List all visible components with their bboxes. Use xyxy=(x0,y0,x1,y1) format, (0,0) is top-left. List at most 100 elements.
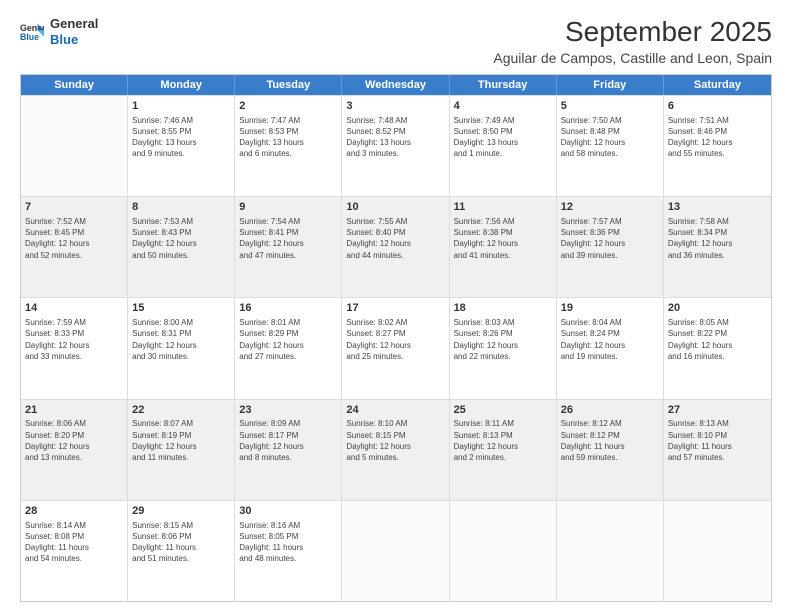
day-info: Sunrise: 8:14 AM Sunset: 8:08 PM Dayligh… xyxy=(25,520,123,565)
calendar-header-cell: Thursday xyxy=(450,75,557,95)
calendar-row: 1Sunrise: 7:46 AM Sunset: 8:55 PM Daylig… xyxy=(21,95,771,196)
day-info: Sunrise: 8:05 AM Sunset: 8:22 PM Dayligh… xyxy=(668,317,767,362)
calendar-header-cell: Monday xyxy=(128,75,235,95)
day-number: 28 xyxy=(25,504,123,519)
calendar-cell xyxy=(557,501,664,601)
logo-text-line1: General xyxy=(50,16,98,32)
logo: General Blue General Blue xyxy=(20,16,98,47)
day-info: Sunrise: 8:11 AM Sunset: 8:13 PM Dayligh… xyxy=(454,418,552,463)
day-number: 14 xyxy=(25,301,123,316)
calendar-cell: 19Sunrise: 8:04 AM Sunset: 8:24 PM Dayli… xyxy=(557,298,664,398)
day-info: Sunrise: 7:51 AM Sunset: 8:46 PM Dayligh… xyxy=(668,115,767,160)
calendar-cell: 29Sunrise: 8:15 AM Sunset: 8:06 PM Dayli… xyxy=(128,501,235,601)
header: General Blue General Blue September 2025… xyxy=(20,16,772,66)
calendar-cell: 30Sunrise: 8:16 AM Sunset: 8:05 PM Dayli… xyxy=(235,501,342,601)
day-info: Sunrise: 8:16 AM Sunset: 8:05 PM Dayligh… xyxy=(239,520,337,565)
day-info: Sunrise: 8:15 AM Sunset: 8:06 PM Dayligh… xyxy=(132,520,230,565)
day-info: Sunrise: 7:49 AM Sunset: 8:50 PM Dayligh… xyxy=(454,115,552,160)
calendar-cell: 7Sunrise: 7:52 AM Sunset: 8:45 PM Daylig… xyxy=(21,197,128,297)
day-info: Sunrise: 8:07 AM Sunset: 8:19 PM Dayligh… xyxy=(132,418,230,463)
day-info: Sunrise: 7:52 AM Sunset: 8:45 PM Dayligh… xyxy=(25,216,123,261)
day-number: 23 xyxy=(239,403,337,418)
calendar-cell: 17Sunrise: 8:02 AM Sunset: 8:27 PM Dayli… xyxy=(342,298,449,398)
day-number: 29 xyxy=(132,504,230,519)
calendar-row: 21Sunrise: 8:06 AM Sunset: 8:20 PM Dayli… xyxy=(21,399,771,500)
day-info: Sunrise: 7:46 AM Sunset: 8:55 PM Dayligh… xyxy=(132,115,230,160)
day-number: 30 xyxy=(239,504,337,519)
calendar: SundayMondayTuesdayWednesdayThursdayFrid… xyxy=(20,74,772,602)
day-info: Sunrise: 8:00 AM Sunset: 8:31 PM Dayligh… xyxy=(132,317,230,362)
calendar-row: 28Sunrise: 8:14 AM Sunset: 8:08 PM Dayli… xyxy=(21,500,771,601)
calendar-cell: 16Sunrise: 8:01 AM Sunset: 8:29 PM Dayli… xyxy=(235,298,342,398)
calendar-cell: 14Sunrise: 7:59 AM Sunset: 8:33 PM Dayli… xyxy=(21,298,128,398)
calendar-cell: 1Sunrise: 7:46 AM Sunset: 8:55 PM Daylig… xyxy=(128,96,235,196)
day-info: Sunrise: 8:04 AM Sunset: 8:24 PM Dayligh… xyxy=(561,317,659,362)
calendar-cell: 2Sunrise: 7:47 AM Sunset: 8:53 PM Daylig… xyxy=(235,96,342,196)
calendar-cell: 21Sunrise: 8:06 AM Sunset: 8:20 PM Dayli… xyxy=(21,400,128,500)
calendar-cell: 18Sunrise: 8:03 AM Sunset: 8:26 PM Dayli… xyxy=(450,298,557,398)
calendar-header-cell: Saturday xyxy=(664,75,771,95)
day-info: Sunrise: 7:57 AM Sunset: 8:36 PM Dayligh… xyxy=(561,216,659,261)
day-number: 21 xyxy=(25,403,123,418)
day-number: 11 xyxy=(454,200,552,215)
calendar-cell: 20Sunrise: 8:05 AM Sunset: 8:22 PM Dayli… xyxy=(664,298,771,398)
day-number: 4 xyxy=(454,99,552,114)
day-number: 6 xyxy=(668,99,767,114)
calendar-cell xyxy=(21,96,128,196)
calendar-header-cell: Wednesday xyxy=(342,75,449,95)
calendar-cell xyxy=(342,501,449,601)
day-info: Sunrise: 8:10 AM Sunset: 8:15 PM Dayligh… xyxy=(346,418,444,463)
day-number: 18 xyxy=(454,301,552,316)
calendar-cell xyxy=(450,501,557,601)
day-number: 27 xyxy=(668,403,767,418)
day-number: 2 xyxy=(239,99,337,114)
day-number: 16 xyxy=(239,301,337,316)
calendar-cell: 15Sunrise: 8:00 AM Sunset: 8:31 PM Dayli… xyxy=(128,298,235,398)
calendar-cell: 9Sunrise: 7:54 AM Sunset: 8:41 PM Daylig… xyxy=(235,197,342,297)
day-number: 7 xyxy=(25,200,123,215)
calendar-header-cell: Tuesday xyxy=(235,75,342,95)
subtitle: Aguilar de Campos, Castille and Leon, Sp… xyxy=(493,50,772,66)
day-info: Sunrise: 8:12 AM Sunset: 8:12 PM Dayligh… xyxy=(561,418,659,463)
day-info: Sunrise: 7:54 AM Sunset: 8:41 PM Dayligh… xyxy=(239,216,337,261)
calendar-cell: 27Sunrise: 8:13 AM Sunset: 8:10 PM Dayli… xyxy=(664,400,771,500)
day-number: 19 xyxy=(561,301,659,316)
logo-icon: General Blue xyxy=(20,22,44,42)
day-info: Sunrise: 7:56 AM Sunset: 8:38 PM Dayligh… xyxy=(454,216,552,261)
calendar-cell: 13Sunrise: 7:58 AM Sunset: 8:34 PM Dayli… xyxy=(664,197,771,297)
day-info: Sunrise: 8:01 AM Sunset: 8:29 PM Dayligh… xyxy=(239,317,337,362)
calendar-cell: 23Sunrise: 8:09 AM Sunset: 8:17 PM Dayli… xyxy=(235,400,342,500)
calendar-header-cell: Friday xyxy=(557,75,664,95)
calendar-cell: 3Sunrise: 7:48 AM Sunset: 8:52 PM Daylig… xyxy=(342,96,449,196)
day-info: Sunrise: 7:53 AM Sunset: 8:43 PM Dayligh… xyxy=(132,216,230,261)
day-number: 5 xyxy=(561,99,659,114)
calendar-cell: 11Sunrise: 7:56 AM Sunset: 8:38 PM Dayli… xyxy=(450,197,557,297)
calendar-body: 1Sunrise: 7:46 AM Sunset: 8:55 PM Daylig… xyxy=(21,95,771,601)
calendar-row: 7Sunrise: 7:52 AM Sunset: 8:45 PM Daylig… xyxy=(21,196,771,297)
day-info: Sunrise: 8:09 AM Sunset: 8:17 PM Dayligh… xyxy=(239,418,337,463)
calendar-row: 14Sunrise: 7:59 AM Sunset: 8:33 PM Dayli… xyxy=(21,297,771,398)
page: General Blue General Blue September 2025… xyxy=(0,0,792,612)
calendar-cell xyxy=(664,501,771,601)
calendar-header-cell: Sunday xyxy=(21,75,128,95)
day-number: 15 xyxy=(132,301,230,316)
calendar-cell: 8Sunrise: 7:53 AM Sunset: 8:43 PM Daylig… xyxy=(128,197,235,297)
main-title: September 2025 xyxy=(493,16,772,48)
day-info: Sunrise: 7:59 AM Sunset: 8:33 PM Dayligh… xyxy=(25,317,123,362)
calendar-cell: 22Sunrise: 8:07 AM Sunset: 8:19 PM Dayli… xyxy=(128,400,235,500)
calendar-cell: 4Sunrise: 7:49 AM Sunset: 8:50 PM Daylig… xyxy=(450,96,557,196)
day-info: Sunrise: 8:02 AM Sunset: 8:27 PM Dayligh… xyxy=(346,317,444,362)
calendar-cell: 10Sunrise: 7:55 AM Sunset: 8:40 PM Dayli… xyxy=(342,197,449,297)
calendar-cell: 26Sunrise: 8:12 AM Sunset: 8:12 PM Dayli… xyxy=(557,400,664,500)
calendar-cell: 12Sunrise: 7:57 AM Sunset: 8:36 PM Dayli… xyxy=(557,197,664,297)
day-info: Sunrise: 8:13 AM Sunset: 8:10 PM Dayligh… xyxy=(668,418,767,463)
svg-text:Blue: Blue xyxy=(20,32,39,42)
title-block: September 2025 Aguilar de Campos, Castil… xyxy=(493,16,772,66)
calendar-cell: 28Sunrise: 8:14 AM Sunset: 8:08 PM Dayli… xyxy=(21,501,128,601)
day-info: Sunrise: 8:03 AM Sunset: 8:26 PM Dayligh… xyxy=(454,317,552,362)
day-number: 9 xyxy=(239,200,337,215)
day-number: 17 xyxy=(346,301,444,316)
calendar-header: SundayMondayTuesdayWednesdayThursdayFrid… xyxy=(21,75,771,95)
day-number: 25 xyxy=(454,403,552,418)
day-number: 20 xyxy=(668,301,767,316)
